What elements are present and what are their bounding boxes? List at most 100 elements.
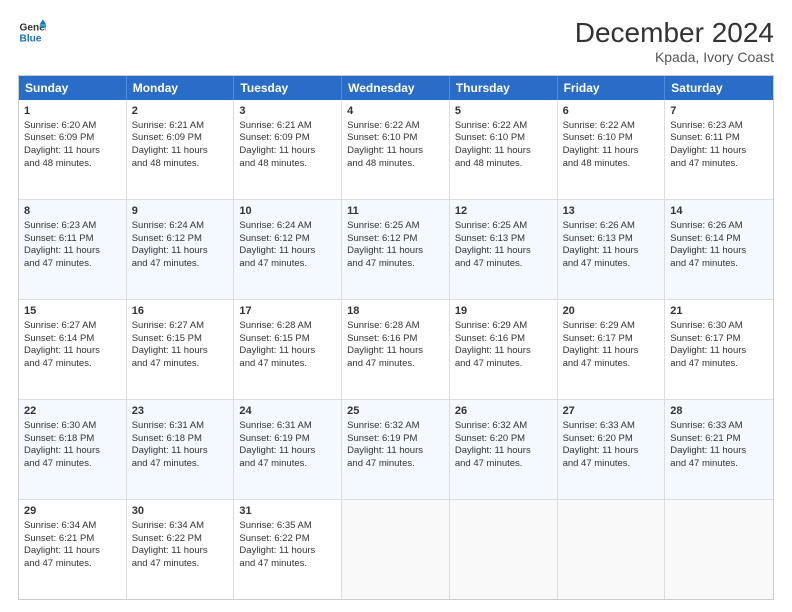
- calendar-cell: 10Sunrise: 6:24 AMSunset: 6:12 PMDayligh…: [234, 200, 342, 299]
- day-info-line: Daylight: 11 hours: [132, 145, 229, 158]
- day-number: 12: [455, 204, 552, 219]
- day-number: 1: [24, 104, 121, 119]
- day-info-line: and 47 minutes.: [24, 258, 121, 271]
- day-info-line: and 48 minutes.: [132, 158, 229, 171]
- day-info-line: Sunrise: 6:33 AM: [670, 420, 768, 433]
- day-number: 4: [347, 104, 444, 119]
- calendar-cell: 6Sunrise: 6:22 AMSunset: 6:10 PMDaylight…: [558, 100, 666, 199]
- day-info-line: Daylight: 11 hours: [24, 445, 121, 458]
- day-number: 13: [563, 204, 660, 219]
- weekday-header: Tuesday: [234, 76, 342, 100]
- day-info-line: and 47 minutes.: [563, 458, 660, 471]
- day-info-line: Sunset: 6:10 PM: [455, 132, 552, 145]
- calendar-cell: [665, 500, 773, 599]
- day-number: 5: [455, 104, 552, 119]
- day-info-line: Daylight: 11 hours: [455, 245, 552, 258]
- calendar-cell: 21Sunrise: 6:30 AMSunset: 6:17 PMDayligh…: [665, 300, 773, 399]
- day-info-line: Sunrise: 6:22 AM: [347, 120, 444, 133]
- day-info-line: Daylight: 11 hours: [347, 345, 444, 358]
- day-info-line: Sunset: 6:20 PM: [563, 433, 660, 446]
- day-info-line: and 47 minutes.: [670, 258, 768, 271]
- calendar-cell: 31Sunrise: 6:35 AMSunset: 6:22 PMDayligh…: [234, 500, 342, 599]
- day-info-line: and 47 minutes.: [563, 258, 660, 271]
- day-info-line: Sunset: 6:22 PM: [132, 533, 229, 546]
- day-info-line: Sunset: 6:12 PM: [347, 233, 444, 246]
- day-number: 9: [132, 204, 229, 219]
- day-info-line: and 47 minutes.: [563, 358, 660, 371]
- day-info-line: Daylight: 11 hours: [132, 545, 229, 558]
- day-info-line: and 47 minutes.: [132, 258, 229, 271]
- day-info-line: Sunrise: 6:26 AM: [563, 220, 660, 233]
- day-info-line: and 47 minutes.: [239, 258, 336, 271]
- day-number: 10: [239, 204, 336, 219]
- calendar-row: 8Sunrise: 6:23 AMSunset: 6:11 PMDaylight…: [19, 199, 773, 299]
- day-number: 20: [563, 304, 660, 319]
- day-info-line: Sunrise: 6:29 AM: [455, 320, 552, 333]
- day-number: 25: [347, 404, 444, 419]
- day-info-line: and 48 minutes.: [563, 158, 660, 171]
- day-info-line: Sunset: 6:09 PM: [24, 132, 121, 145]
- calendar-cell: 24Sunrise: 6:31 AMSunset: 6:19 PMDayligh…: [234, 400, 342, 499]
- calendar-cell: 4Sunrise: 6:22 AMSunset: 6:10 PMDaylight…: [342, 100, 450, 199]
- day-info-line: Sunset: 6:19 PM: [347, 433, 444, 446]
- day-info-line: Sunrise: 6:26 AM: [670, 220, 768, 233]
- day-info-line: and 47 minutes.: [347, 458, 444, 471]
- day-number: 18: [347, 304, 444, 319]
- day-info-line: Sunset: 6:14 PM: [24, 333, 121, 346]
- day-info-line: Daylight: 11 hours: [670, 445, 768, 458]
- day-info-line: Daylight: 11 hours: [24, 145, 121, 158]
- day-info-line: Sunset: 6:15 PM: [132, 333, 229, 346]
- day-info-line: Sunset: 6:16 PM: [455, 333, 552, 346]
- calendar-cell: 20Sunrise: 6:29 AMSunset: 6:17 PMDayligh…: [558, 300, 666, 399]
- day-info-line: Daylight: 11 hours: [239, 245, 336, 258]
- calendar-cell: [558, 500, 666, 599]
- day-info-line: Daylight: 11 hours: [24, 245, 121, 258]
- calendar-cell: 12Sunrise: 6:25 AMSunset: 6:13 PMDayligh…: [450, 200, 558, 299]
- day-info-line: Sunrise: 6:22 AM: [563, 120, 660, 133]
- day-info-line: Sunset: 6:15 PM: [239, 333, 336, 346]
- day-info-line: Sunrise: 6:27 AM: [24, 320, 121, 333]
- day-info-line: Sunset: 6:17 PM: [563, 333, 660, 346]
- day-info-line: Sunset: 6:09 PM: [239, 132, 336, 145]
- day-info-line: Sunset: 6:21 PM: [670, 433, 768, 446]
- day-info-line: Daylight: 11 hours: [670, 145, 768, 158]
- day-info-line: Sunset: 6:10 PM: [347, 132, 444, 145]
- day-info-line: Sunset: 6:13 PM: [455, 233, 552, 246]
- day-info-line: and 47 minutes.: [455, 258, 552, 271]
- day-number: 6: [563, 104, 660, 119]
- day-info-line: Daylight: 11 hours: [455, 345, 552, 358]
- day-info-line: Sunset: 6:11 PM: [670, 132, 768, 145]
- day-info-line: Sunrise: 6:24 AM: [132, 220, 229, 233]
- weekday-header: Friday: [558, 76, 666, 100]
- day-info-line: Daylight: 11 hours: [670, 345, 768, 358]
- day-info-line: Sunrise: 6:32 AM: [347, 420, 444, 433]
- day-number: 11: [347, 204, 444, 219]
- day-info-line: and 48 minutes.: [24, 158, 121, 171]
- day-info-line: and 47 minutes.: [132, 458, 229, 471]
- day-info-line: Sunset: 6:20 PM: [455, 433, 552, 446]
- day-info-line: Sunrise: 6:25 AM: [455, 220, 552, 233]
- calendar-row: 22Sunrise: 6:30 AMSunset: 6:18 PMDayligh…: [19, 399, 773, 499]
- day-info-line: Sunset: 6:22 PM: [239, 533, 336, 546]
- day-info-line: and 47 minutes.: [239, 558, 336, 571]
- day-info-line: Sunrise: 6:21 AM: [239, 120, 336, 133]
- calendar-cell: 14Sunrise: 6:26 AMSunset: 6:14 PMDayligh…: [665, 200, 773, 299]
- day-info-line: Sunrise: 6:29 AM: [563, 320, 660, 333]
- calendar-cell: 26Sunrise: 6:32 AMSunset: 6:20 PMDayligh…: [450, 400, 558, 499]
- day-number: 27: [563, 404, 660, 419]
- day-info-line: Sunset: 6:09 PM: [132, 132, 229, 145]
- calendar-cell: 13Sunrise: 6:26 AMSunset: 6:13 PMDayligh…: [558, 200, 666, 299]
- weekday-header: Monday: [127, 76, 235, 100]
- day-info-line: Daylight: 11 hours: [24, 345, 121, 358]
- day-number: 29: [24, 504, 121, 519]
- day-number: 28: [670, 404, 768, 419]
- day-info-line: Daylight: 11 hours: [455, 445, 552, 458]
- logo-icon: General Blue: [18, 18, 46, 46]
- weekday-header: Saturday: [665, 76, 773, 100]
- day-info-line: and 48 minutes.: [347, 158, 444, 171]
- day-info-line: Sunrise: 6:24 AM: [239, 220, 336, 233]
- day-number: 3: [239, 104, 336, 119]
- day-info-line: Daylight: 11 hours: [132, 245, 229, 258]
- day-info-line: and 47 minutes.: [670, 458, 768, 471]
- day-info-line: Sunset: 6:19 PM: [239, 433, 336, 446]
